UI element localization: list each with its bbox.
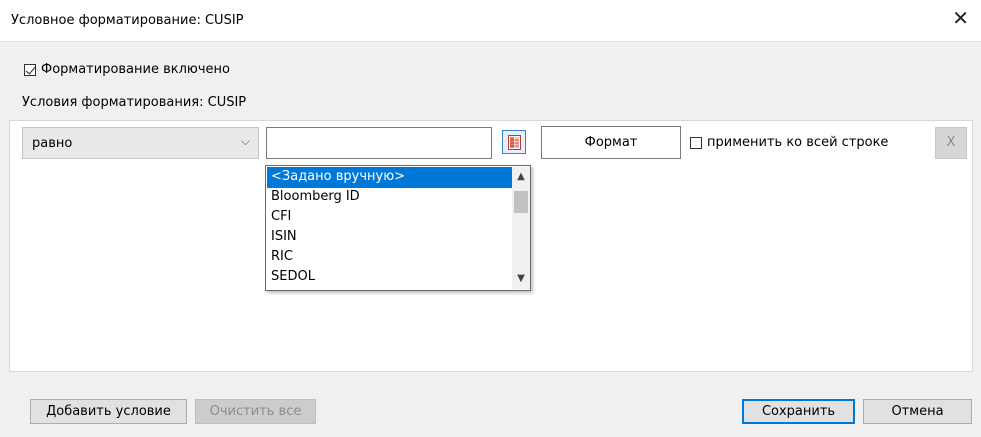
operator-value: равно	[32, 136, 73, 151]
window-title: Условное форматирование: CUSIP	[11, 13, 244, 28]
cancel-button[interactable]: Отмена	[863, 399, 972, 424]
column-list-icon	[508, 135, 521, 150]
formatting-enabled-label[interactable]: Форматирование включено	[41, 62, 230, 77]
scrollbar-thumb[interactable]	[514, 191, 528, 213]
add-condition-button[interactable]: Добавить условие	[30, 399, 187, 424]
chevron-down-icon: ⌵	[240, 134, 250, 148]
apply-row-checkbox[interactable]	[690, 137, 702, 149]
list-item[interactable]: <Задано вручную>	[267, 167, 513, 188]
scroll-up-icon[interactable]: ▲	[512, 169, 530, 185]
column-picker-button[interactable]	[502, 130, 526, 154]
save-button[interactable]: Сохранить	[742, 399, 855, 424]
operator-select[interactable]: равно ⌵	[22, 127, 259, 159]
scroll-down-icon[interactable]: ▼	[512, 271, 530, 287]
list-item[interactable]: CFI	[267, 207, 513, 228]
format-button[interactable]: Формат	[541, 126, 681, 159]
conditions-label: Условия форматирования: CUSIP	[22, 95, 247, 110]
list-item[interactable]: Bloomberg ID	[267, 187, 513, 208]
condition-value-input[interactable]	[266, 127, 492, 159]
close-icon[interactable]: ✕	[952, 8, 969, 28]
apply-row-label[interactable]: применить ко всей строке	[707, 135, 888, 150]
formatting-enabled-checkbox[interactable]	[24, 64, 36, 76]
list-item[interactable]: SEDOL	[267, 267, 513, 288]
value-dropdown-list[interactable]: <Задано вручную> Bloomberg ID CFI ISIN R…	[265, 165, 531, 291]
list-item[interactable]: ISIN	[267, 227, 513, 248]
list-item[interactable]: RIC	[267, 247, 513, 268]
clear-all-button[interactable]: Очистить все	[195, 399, 316, 424]
dropdown-scrollbar[interactable]: ▲ ▼	[512, 167, 530, 289]
remove-condition-button[interactable]: X	[935, 127, 967, 159]
